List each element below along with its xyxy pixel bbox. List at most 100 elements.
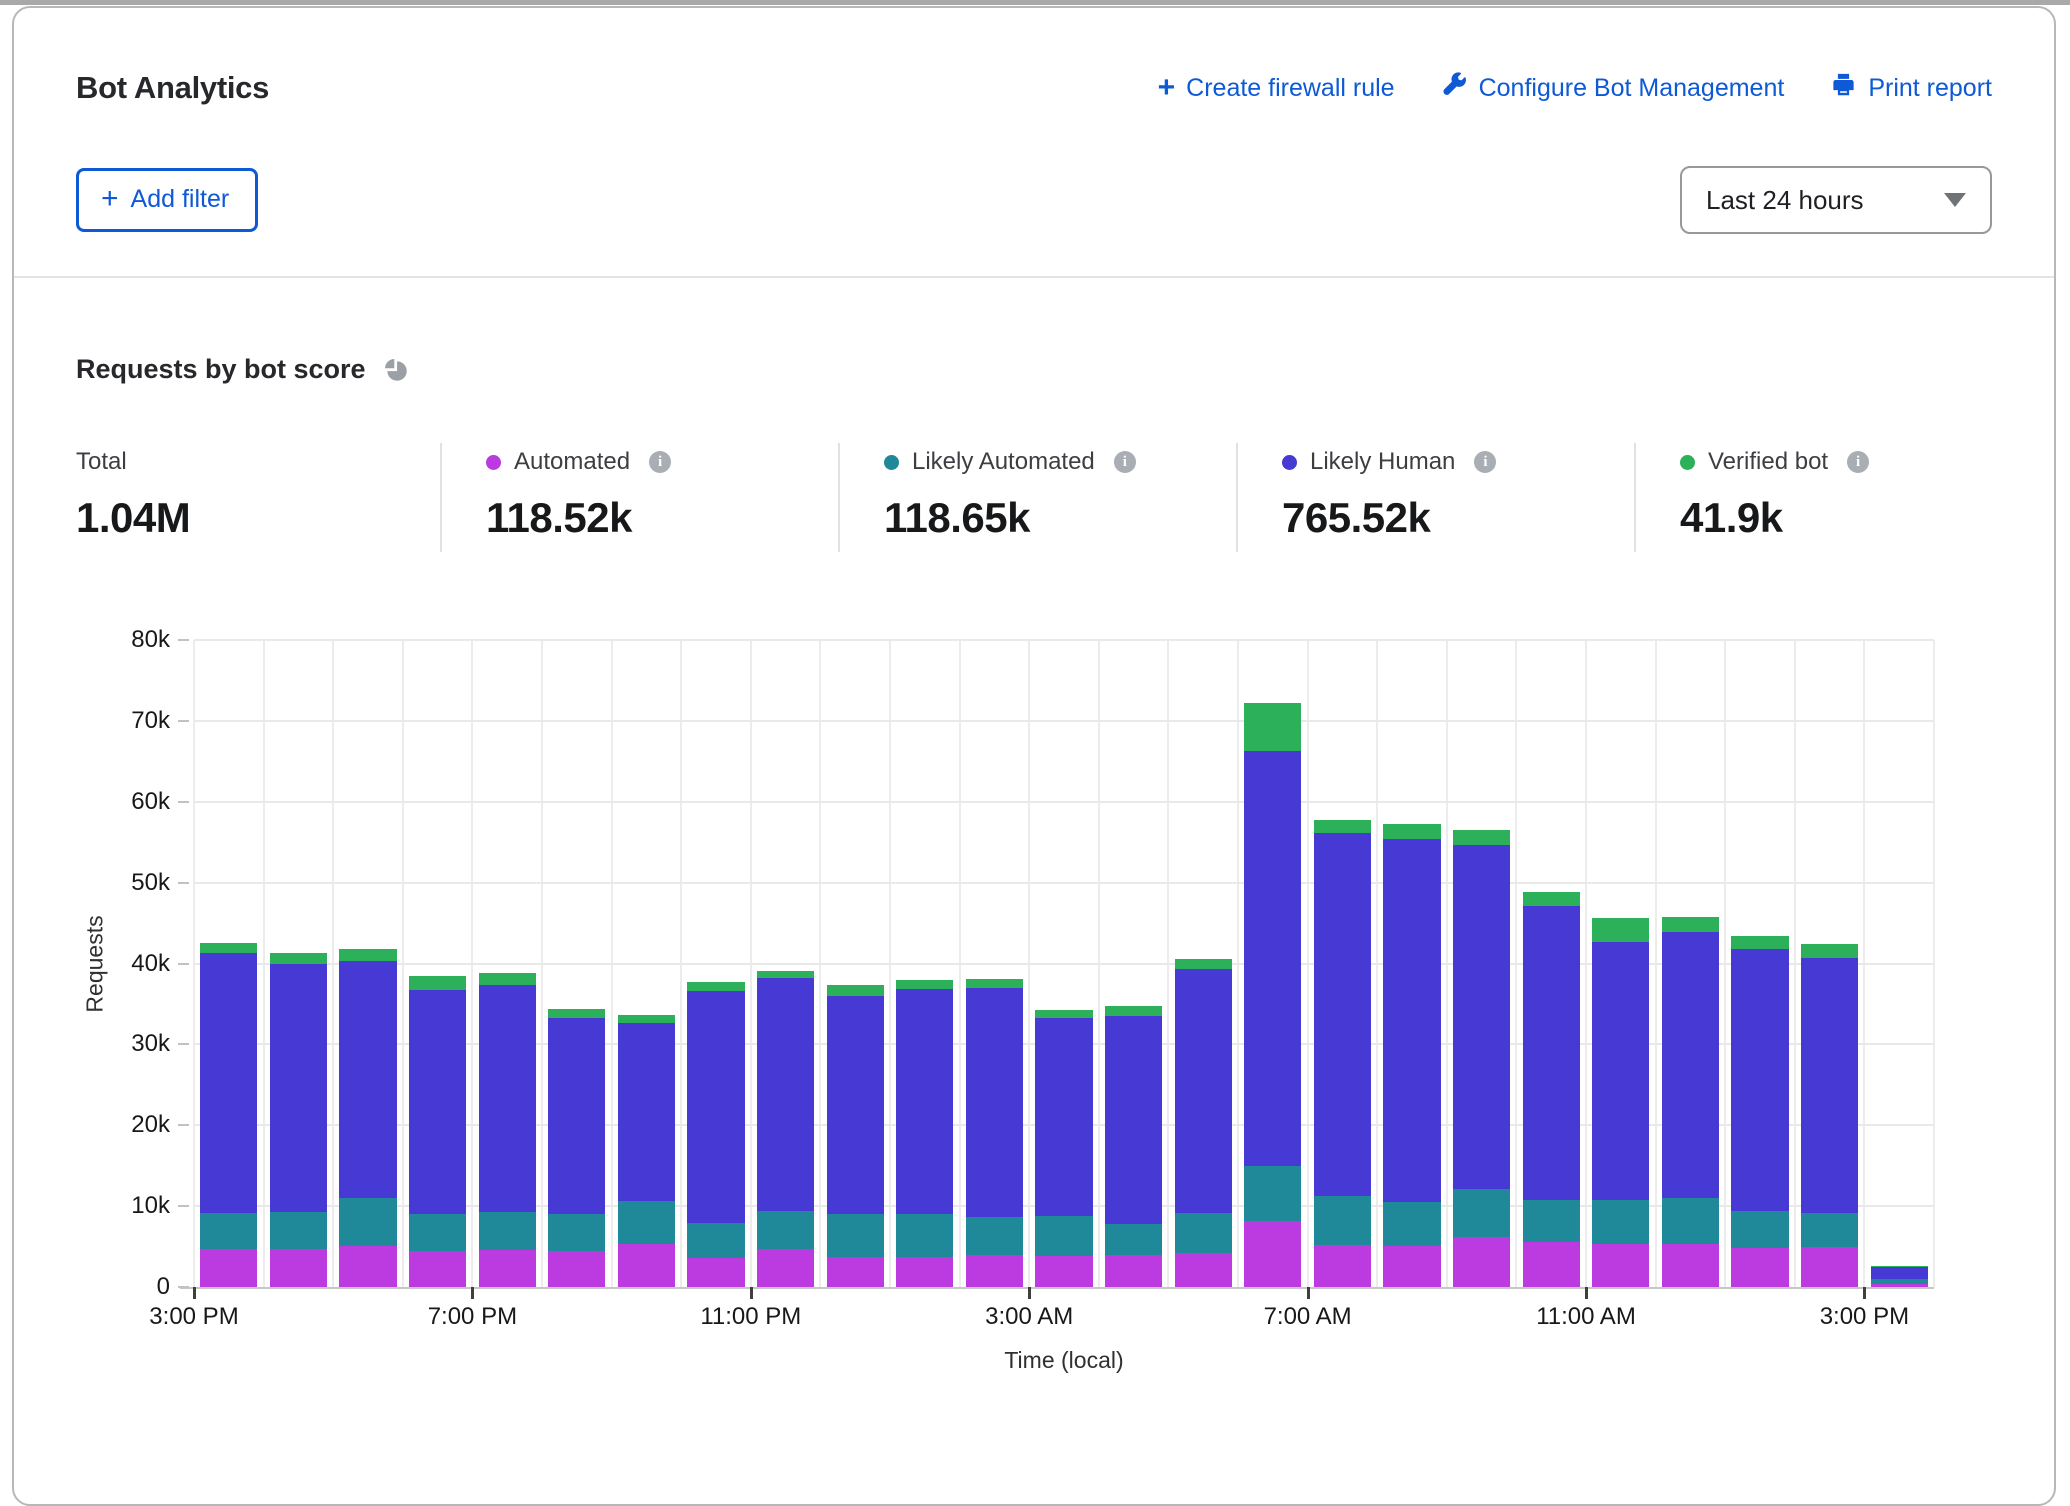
bar-segment-likely-automated[interactable] <box>1035 1216 1092 1256</box>
bar-segment-verified-bot[interactable] <box>618 1015 675 1023</box>
bar-segment-likely-human[interactable] <box>1383 839 1440 1202</box>
bar-segment-verified-bot[interactable] <box>270 953 327 964</box>
bar-segment-likely-automated[interactable] <box>757 1211 814 1249</box>
bar-segment-likely-human[interactable] <box>1523 906 1580 1200</box>
bar-segment-verified-bot[interactable] <box>1244 703 1301 751</box>
bar-segment-verified-bot[interactable] <box>200 943 257 954</box>
bar-segment-automated[interactable] <box>1871 1284 1928 1287</box>
bar-segment-verified-bot[interactable] <box>479 973 536 984</box>
configure-bot-management-link[interactable]: Configure Bot Management <box>1441 71 1785 105</box>
bar-segment-likely-automated[interactable] <box>1592 1200 1649 1244</box>
bar-segment-likely-human[interactable] <box>1801 958 1858 1214</box>
bar-segment-likely-human[interactable] <box>1871 1267 1928 1279</box>
bar-segment-likely-automated[interactable] <box>966 1217 1023 1255</box>
bar-segment-verified-bot[interactable] <box>896 980 953 989</box>
bar-segment-automated[interactable] <box>757 1249 814 1287</box>
bar-segment-automated[interactable] <box>1801 1247 1858 1287</box>
bar-segment-likely-automated[interactable] <box>687 1223 744 1258</box>
bar-segment-likely-automated[interactable] <box>1801 1213 1858 1247</box>
bar-segment-likely-human[interactable] <box>270 964 327 1211</box>
bar-segment-automated[interactable] <box>1314 1245 1371 1287</box>
time-range-select[interactable]: Last 24 hours <box>1680 166 1992 234</box>
print-report-link[interactable]: Print report <box>1830 71 1992 105</box>
bar-segment-automated[interactable] <box>618 1244 675 1287</box>
bar-segment-verified-bot[interactable] <box>1871 1266 1928 1267</box>
bar-segment-likely-automated[interactable] <box>548 1214 605 1250</box>
bar-segment-likely-automated[interactable] <box>339 1198 396 1246</box>
bar-segment-verified-bot[interactable] <box>548 1009 605 1018</box>
bar-segment-likely-human[interactable] <box>1662 932 1719 1198</box>
bar-segment-likely-human[interactable] <box>1035 1018 1092 1216</box>
bar-segment-automated[interactable] <box>1453 1237 1510 1287</box>
bar-segment-automated[interactable] <box>827 1257 884 1287</box>
bar-segment-likely-human[interactable] <box>896 989 953 1215</box>
bar-segment-likely-human[interactable] <box>966 988 1023 1217</box>
bar-segment-likely-automated[interactable] <box>1314 1196 1371 1245</box>
bar-segment-verified-bot[interactable] <box>1523 892 1580 907</box>
bar-segment-likely-automated[interactable] <box>200 1213 257 1249</box>
bar-segment-automated[interactable] <box>1035 1256 1092 1287</box>
bar-segment-likely-human[interactable] <box>687 991 744 1223</box>
bar-segment-likely-automated[interactable] <box>1731 1211 1788 1248</box>
bar-segment-likely-human[interactable] <box>618 1023 675 1201</box>
bar-segment-likely-human[interactable] <box>827 996 884 1214</box>
bar-segment-automated[interactable] <box>270 1249 327 1287</box>
bar-segment-likely-automated[interactable] <box>618 1201 675 1244</box>
bar-segment-likely-automated[interactable] <box>1175 1213 1232 1253</box>
bar-segment-likely-human[interactable] <box>479 985 536 1212</box>
bar-segment-likely-automated[interactable] <box>896 1214 953 1257</box>
bar-segment-likely-human[interactable] <box>1592 942 1649 1200</box>
bar-segment-likely-human[interactable] <box>409 990 466 1214</box>
bar-segment-likely-human[interactable] <box>548 1018 605 1215</box>
bar-segment-automated[interactable] <box>548 1251 605 1287</box>
bar-segment-verified-bot[interactable] <box>339 949 396 961</box>
bar-segment-automated[interactable] <box>687 1258 744 1287</box>
bar-segment-likely-human[interactable] <box>1453 845 1510 1190</box>
bar-segment-verified-bot[interactable] <box>1105 1006 1162 1017</box>
bar-segment-likely-automated[interactable] <box>409 1214 466 1251</box>
bar-segment-verified-bot[interactable] <box>1314 820 1371 834</box>
bar-segment-likely-human[interactable] <box>1175 969 1232 1212</box>
bar-segment-automated[interactable] <box>200 1249 257 1287</box>
bar-segment-verified-bot[interactable] <box>1035 1010 1092 1018</box>
bar-segment-likely-human[interactable] <box>1314 833 1371 1195</box>
bar-segment-likely-human[interactable] <box>1244 751 1301 1166</box>
bar-segment-likely-automated[interactable] <box>827 1214 884 1257</box>
bar-segment-verified-bot[interactable] <box>1383 824 1440 839</box>
create-firewall-rule-link[interactable]: + Create firewall rule <box>1158 73 1395 103</box>
bar-segment-automated[interactable] <box>339 1246 396 1287</box>
bar-segment-verified-bot[interactable] <box>757 971 814 978</box>
bar-segment-automated[interactable] <box>479 1250 536 1287</box>
bar-segment-likely-automated[interactable] <box>1662 1198 1719 1244</box>
bar-segment-automated[interactable] <box>1105 1255 1162 1287</box>
bar-segment-likely-human[interactable] <box>1731 949 1788 1211</box>
bar-segment-likely-automated[interactable] <box>1453 1189 1510 1237</box>
info-icon[interactable]: i <box>1847 451 1869 473</box>
bar-segment-likely-human[interactable] <box>200 953 257 1213</box>
bar-segment-verified-bot[interactable] <box>1453 830 1510 845</box>
bar-segment-automated[interactable] <box>896 1257 953 1287</box>
bar-segment-automated[interactable] <box>1592 1244 1649 1287</box>
bar-segment-automated[interactable] <box>409 1251 466 1287</box>
bar-segment-likely-human[interactable] <box>339 961 396 1198</box>
bar-segment-likely-automated[interactable] <box>270 1212 327 1249</box>
bar-segment-automated[interactable] <box>1175 1253 1232 1287</box>
bar-segment-likely-automated[interactable] <box>479 1212 536 1250</box>
bar-segment-likely-human[interactable] <box>1105 1016 1162 1224</box>
bar-segment-likely-automated[interactable] <box>1105 1224 1162 1256</box>
bar-segment-likely-automated[interactable] <box>1871 1279 1928 1284</box>
bar-segment-likely-automated[interactable] <box>1244 1166 1301 1221</box>
info-icon[interactable]: i <box>1114 451 1136 473</box>
info-icon[interactable]: i <box>649 451 671 473</box>
bar-segment-verified-bot[interactable] <box>1175 959 1232 970</box>
bar-segment-verified-bot[interactable] <box>827 985 884 996</box>
add-filter-button[interactable]: + Add filter <box>76 168 258 232</box>
bar-segment-verified-bot[interactable] <box>1731 936 1788 949</box>
bar-segment-verified-bot[interactable] <box>409 976 466 990</box>
bar-segment-likely-human[interactable] <box>757 978 814 1211</box>
info-icon[interactable]: i <box>1474 451 1496 473</box>
bar-segment-likely-automated[interactable] <box>1523 1200 1580 1242</box>
bar-segment-automated[interactable] <box>1523 1242 1580 1287</box>
bar-segment-verified-bot[interactable] <box>1801 944 1858 958</box>
bar-segment-likely-automated[interactable] <box>1383 1202 1440 1246</box>
